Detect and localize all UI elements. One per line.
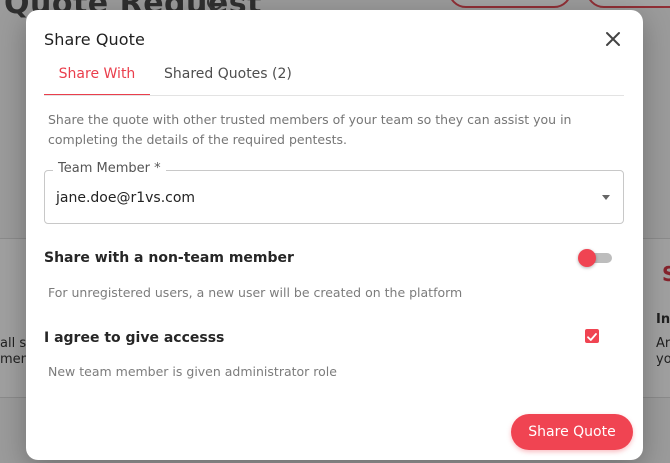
- agree-access-checkbox[interactable]: [585, 329, 599, 343]
- tab-shared-quotes[interactable]: Shared Quotes (2): [164, 62, 292, 96]
- dialog-tabs: Share With Shared Quotes (2): [44, 62, 292, 96]
- dialog-title: Share Quote: [44, 30, 145, 49]
- non-team-member-label: Share with a non-team member: [44, 250, 294, 266]
- tab-share-with[interactable]: Share With: [44, 62, 150, 96]
- agree-access-label: I agree to give accesss: [44, 330, 225, 346]
- close-button[interactable]: [604, 30, 622, 48]
- tabs-divider: [44, 95, 624, 96]
- chevron-down-icon: [602, 195, 610, 200]
- check-icon: [587, 333, 597, 341]
- toggle-thumb: [578, 249, 596, 267]
- agree-access-help: New team member is given administrator r…: [48, 364, 337, 379]
- team-member-select[interactable]: Team Member * jane.doe@r1vs.com: [44, 161, 624, 224]
- share-quote-button[interactable]: Share Quote: [511, 414, 633, 450]
- close-icon: [606, 32, 620, 46]
- team-member-value: jane.doe@r1vs.com: [56, 190, 196, 206]
- non-team-member-help: For unregistered users, a new user will …: [48, 285, 463, 300]
- team-member-label: Team Member *: [53, 161, 166, 176]
- share-quote-dialog: Share Quote Share With Shared Quotes (2)…: [26, 10, 643, 460]
- non-team-member-toggle[interactable]: [578, 249, 614, 267]
- share-description: Share the quote with other trusted membe…: [48, 112, 572, 147]
